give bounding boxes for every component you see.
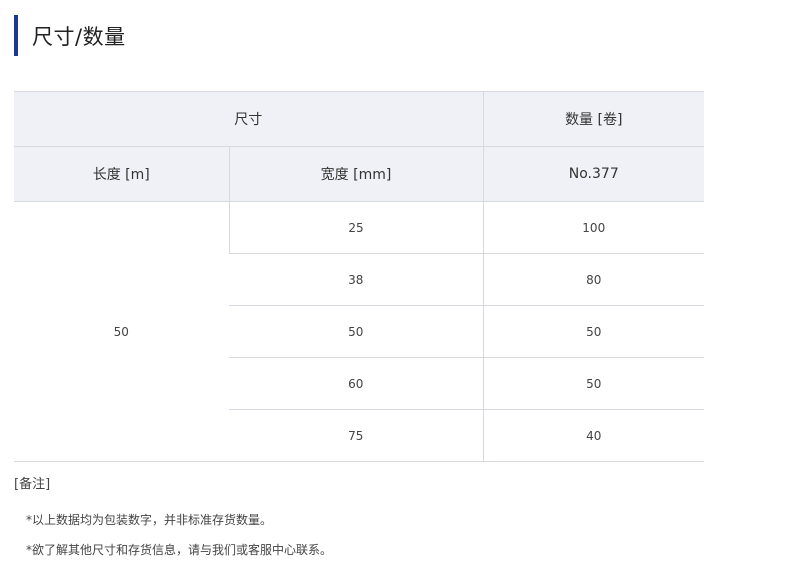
header-quantity-group: 数量 [卷]: [482, 91, 704, 147]
cell-width: 75: [229, 409, 483, 462]
cell-width: 60: [229, 357, 483, 410]
cell-quantity: 50: [482, 357, 704, 410]
table-header-row-group: 尺寸 数量 [卷]: [14, 91, 704, 147]
header-width: 宽度 [mm]: [228, 146, 483, 202]
remarks-heading: [备注]: [14, 477, 51, 492]
header-product-no: No.377: [482, 146, 704, 202]
cell-quantity: 80: [482, 253, 704, 306]
header-length: 长度 [m]: [14, 146, 229, 202]
cell-width: 38: [229, 253, 483, 306]
cell-quantity: 50: [482, 305, 704, 358]
cell-length: 50: [14, 201, 229, 462]
cell-quantity: 100: [482, 201, 704, 254]
cell-quantity: 40: [482, 409, 704, 462]
size-quantity-table: 尺寸 数量 [卷] 长度 [m] 宽度 [mm] No.377 50 25 10…: [14, 91, 704, 462]
table-header-row-columns: 长度 [m] 宽度 [mm] No.377: [14, 146, 704, 202]
cell-width: 50: [229, 305, 483, 358]
cell-width: 25: [228, 201, 483, 254]
header-size-group: 尺寸: [14, 91, 483, 147]
remark-note: *以上数据均为包装数字，并非标准存货数量。: [26, 513, 273, 527]
remark-note: *欲了解其他尺寸和存货信息，请与我们或客服中心联系。: [26, 543, 333, 557]
table-row: 50 25 100: [14, 201, 704, 462]
page-title: 尺寸/数量: [14, 15, 126, 56]
